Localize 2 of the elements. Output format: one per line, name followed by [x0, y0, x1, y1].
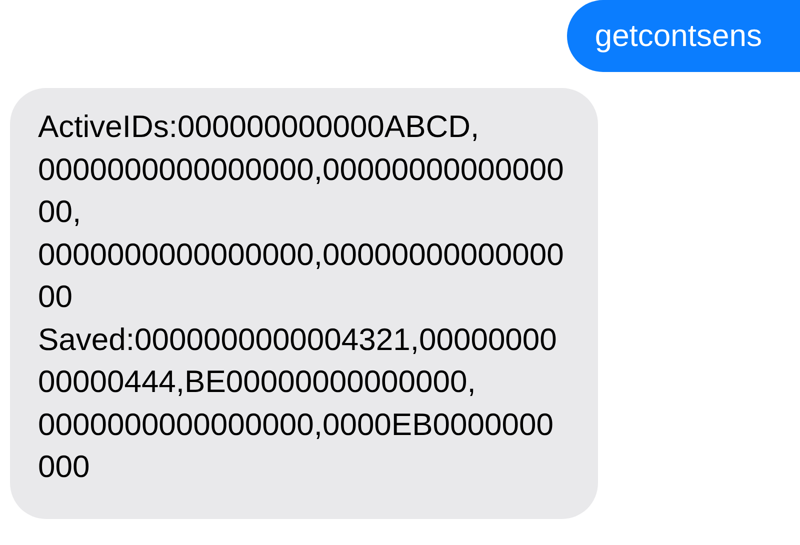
message-bubble: ActiveIDs:000000000000ABCD, 0000000000000000,0000000000000000, 0000000000000000,0000000000000000 Saved:0000000000004321,0000000000000444,BE00000000000000, 0000000000000000,0000EB0000000000: [10, 88, 598, 518]
message-bubble: getcontsens: [566, 0, 800, 72]
